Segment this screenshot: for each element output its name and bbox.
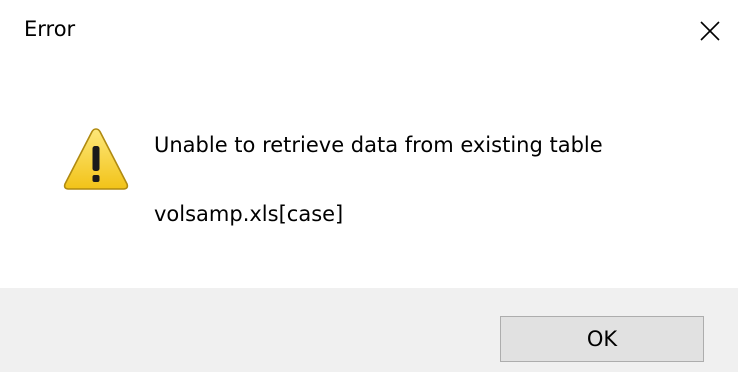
warning-icon: [63, 128, 129, 190]
close-button[interactable]: [688, 9, 732, 53]
error-message: Unable to retrieve data from existing ta…: [154, 133, 603, 157]
error-detail: volsamp.xls[case]: [154, 202, 344, 226]
close-icon: [700, 21, 720, 41]
ok-button[interactable]: OK: [500, 316, 704, 362]
title-bar[interactable]: Error: [0, 0, 738, 62]
dialog-title: Error: [24, 17, 76, 41]
button-bar: OK: [0, 288, 738, 372]
error-dialog: Error Unable to retrieve data from exist…: [0, 0, 738, 372]
